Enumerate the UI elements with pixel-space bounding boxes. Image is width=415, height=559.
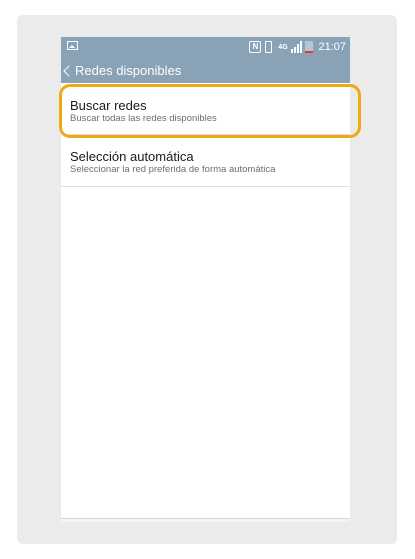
vibrate-icon bbox=[264, 40, 274, 54]
signal-icon bbox=[291, 41, 303, 53]
chevron-left-icon[interactable] bbox=[63, 64, 75, 77]
status-icons: N 4G 21:07 bbox=[249, 39, 346, 55]
nfc-icon: N bbox=[249, 41, 262, 53]
selection-highlight bbox=[59, 84, 361, 138]
4g-icon: 4G bbox=[278, 43, 288, 51]
action-bar: Redes disponibles bbox=[61, 57, 350, 83]
list-item-title: Selección automática bbox=[70, 149, 194, 164]
list-item-subtitle: Seleccionar la red preferida de forma au… bbox=[70, 164, 276, 175]
battery-icon bbox=[305, 41, 314, 53]
status-bar: N 4G 21:07 bbox=[61, 37, 350, 57]
navigation-bar bbox=[61, 518, 350, 522]
status-time: 21:07 bbox=[318, 41, 346, 53]
action-bar-title[interactable]: Redes disponibles bbox=[75, 63, 181, 78]
list-item-seleccion-automatica[interactable]: Selección automática Seleccionar la red … bbox=[61, 137, 350, 187]
image-notification-icon bbox=[67, 41, 78, 50]
